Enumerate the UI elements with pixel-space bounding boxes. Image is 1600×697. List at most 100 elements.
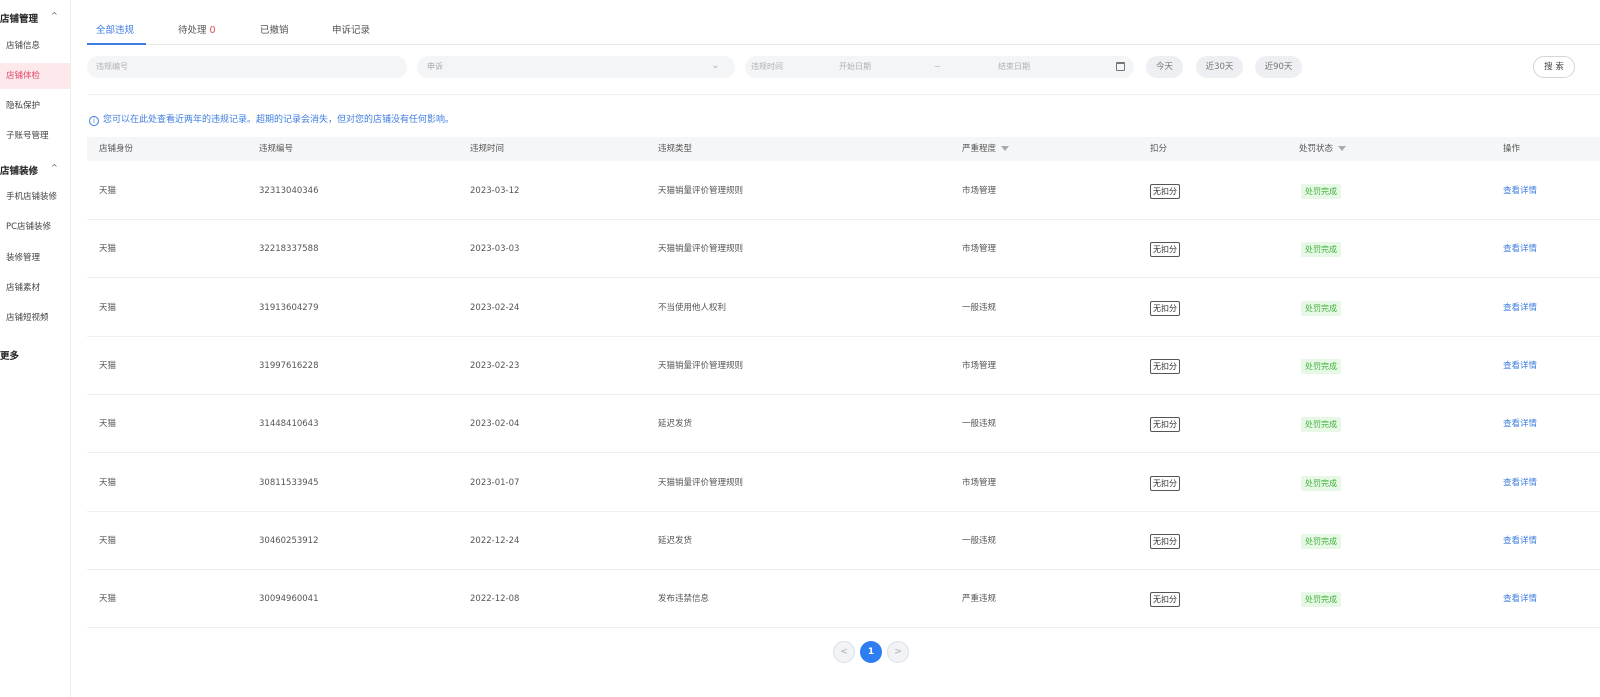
cell-violation-time: 2023-02-23 <box>470 361 520 371</box>
chevron-up-icon: ^ <box>51 163 58 172</box>
cell-violation-time: 2023-03-12 <box>470 186 520 196</box>
view-details-link[interactable]: 查看详情 <box>1503 395 1537 453</box>
status-badge: 处罚完成 <box>1301 476 1341 491</box>
date-range-picker[interactable]: 违规时间 开始日期 ~ 结束日期 <box>745 56 1134 78</box>
table-row: 天猫 31448410643 2023-02-04 延迟发货 一般违规 无扣分 处罚完成 查看… <box>87 395 1600 453</box>
sidebar-item-short-video[interactable]: 店铺短视频 <box>0 305 70 331</box>
divider <box>87 94 1600 95</box>
sidebar-item-pc-decoration[interactable]: PC店铺装修 <box>0 214 70 240</box>
pagination-page-1[interactable]: 1 <box>860 641 882 663</box>
sidebar-item-decoration-management[interactable]: 装修管理 <box>0 245 70 271</box>
view-details-link[interactable]: 查看详情 <box>1503 454 1537 512</box>
tab-label: 待处理 <box>178 25 207 36</box>
cell-severity: 市场管理 <box>962 478 997 488</box>
column-header-severity[interactable]: 严重程度 <box>962 137 1010 161</box>
end-date-input[interactable]: 结束日期 <box>998 56 1030 78</box>
view-details-link[interactable]: 查看详情 <box>1503 570 1537 628</box>
cell-severity: 市场管理 <box>962 244 997 254</box>
sidebar-item-sub-accounts[interactable]: 子账号管理 <box>0 123 70 149</box>
cell-identity: 天猫 <box>99 594 117 604</box>
table-row: 天猫 32218337588 2023-03-03 天猫销量评价管理规则 市场管理 无扣分… <box>87 220 1600 278</box>
column-header-label: 处罚状态 <box>1299 144 1334 154</box>
cell-identity: 天猫 <box>99 244 117 254</box>
quick-range-90-days[interactable]: 近90天 <box>1255 56 1302 78</box>
sidebar-group-more[interactable]: 更多 <box>0 348 70 362</box>
cell-severity: 市场管理 <box>962 186 997 196</box>
sidebar-group-shop-management[interactable]: 店铺管理 ^ <box>0 11 70 25</box>
cell-violation-number: 32313040346 <box>259 186 319 196</box>
cell-identity: 天猫 <box>99 303 117 313</box>
cell-violation-time: 2023-01-07 <box>470 478 520 488</box>
column-header-label: 严重程度 <box>962 144 997 154</box>
status-badge: 处罚完成 <box>1301 417 1341 432</box>
sidebar-item-privacy[interactable]: 隐私保护 <box>0 93 70 119</box>
column-header-deduction: 扣分 <box>1150 144 1168 154</box>
pagination-prev-button[interactable]: < <box>833 641 855 663</box>
sidebar-item-shop-assets[interactable]: 店铺素材 <box>0 275 70 301</box>
pagination-next-button[interactable]: > <box>887 641 909 663</box>
sidebar-group-label: 更多 <box>0 351 20 362</box>
sidebar-item-mobile-decoration[interactable]: 手机店铺装修 <box>0 184 70 210</box>
deduction-badge: 无扣分 <box>1150 417 1180 432</box>
tab-revoked[interactable]: 已撤销 <box>260 22 289 36</box>
violation-number-input[interactable]: 违规编号 <box>87 56 407 78</box>
view-details-link[interactable]: 查看详情 <box>1503 220 1537 278</box>
status-badge: 处罚完成 <box>1301 592 1341 607</box>
cell-identity: 天猫 <box>99 361 117 371</box>
sidebar-item-shop-info[interactable]: 店铺信息 <box>0 33 70 59</box>
view-details-link[interactable]: 查看详情 <box>1503 337 1537 395</box>
cell-violation-number: 31997616228 <box>259 361 319 371</box>
cell-violation-type: 天猫销量评价管理规则 <box>658 478 744 488</box>
sidebar-group-shop-decoration[interactable]: 店铺装修 ^ <box>0 163 70 177</box>
violation-time-label: 违规时间 <box>751 62 783 71</box>
deduction-badge: 无扣分 <box>1150 242 1180 257</box>
table-row: 天猫 31913604279 2023-02-24 不当使用他人权利 一般违规 无扣分 处罚… <box>87 279 1600 337</box>
search-button[interactable]: 搜 索 <box>1533 56 1575 78</box>
deduction-badge: 无扣分 <box>1150 534 1180 549</box>
table-header: 店铺身份 违规编号 违规时间 违规类型 严重程度 扣分 处罚状态 操作 <box>87 137 1600 161</box>
deduction-badge: 无扣分 <box>1150 301 1180 316</box>
appeal-select-value: 申诉 <box>427 62 443 71</box>
cell-violation-number: 30460253912 <box>259 536 319 546</box>
status-badge: 处罚完成 <box>1301 359 1341 374</box>
date-separator: ~ <box>934 62 941 71</box>
calendar-icon[interactable] <box>1116 62 1125 71</box>
view-details-link[interactable]: 查看详情 <box>1503 162 1537 220</box>
filter-icon[interactable] <box>1001 146 1010 151</box>
cell-violation-time: 2023-03-03 <box>470 244 520 254</box>
column-header-time: 违规时间 <box>470 144 505 154</box>
tab-pending[interactable]: 待处理 0 <box>178 22 216 36</box>
cell-severity: 一般违规 <box>962 419 997 429</box>
deduction-badge: 无扣分 <box>1150 592 1180 607</box>
cell-violation-time: 2022-12-08 <box>470 594 520 604</box>
tab-all-violations[interactable]: 全部违规 <box>96 22 134 36</box>
cell-severity: 市场管理 <box>962 361 997 371</box>
appeal-select[interactable]: 申诉 ⌄ <box>417 56 735 78</box>
cell-violation-type: 天猫销量评价管理规则 <box>658 361 744 371</box>
column-header-status[interactable]: 处罚状态 <box>1299 137 1347 161</box>
deduction-badge: 无扣分 <box>1150 476 1180 491</box>
quick-range-today[interactable]: 今天 <box>1146 56 1183 78</box>
tab-appeal-records[interactable]: 申诉记录 <box>332 22 370 36</box>
deduction-badge: 无扣分 <box>1150 184 1180 199</box>
column-header-identity: 店铺身份 <box>99 144 134 154</box>
quick-range-30-days[interactable]: 近30天 <box>1196 56 1243 78</box>
info-notice: i 您可以在此处查看近两年的违规记录。超期的记录会消失，但对您的店铺没有任何影响。 <box>89 112 454 126</box>
sidebar-item-shop-checkup[interactable]: 店铺体检 <box>0 63 70 89</box>
cell-violation-type: 延迟发货 <box>658 419 693 429</box>
cell-severity: 一般违规 <box>962 536 997 546</box>
view-details-link[interactable]: 查看详情 <box>1503 279 1537 337</box>
deduction-badge: 无扣分 <box>1150 359 1180 374</box>
status-badge: 处罚完成 <box>1301 534 1341 549</box>
cell-violation-type: 天猫销量评价管理规则 <box>658 186 744 196</box>
view-details-link[interactable]: 查看详情 <box>1503 512 1537 570</box>
cell-severity: 严重违规 <box>962 594 997 604</box>
cell-violation-type: 不当使用他人权利 <box>658 303 727 313</box>
sidebar-group-label: 店铺管理 <box>0 14 39 25</box>
cell-violation-number: 31913604279 <box>259 303 319 313</box>
filter-icon[interactable] <box>1338 146 1347 151</box>
column-header-action: 操作 <box>1503 144 1521 154</box>
cell-violation-number: 30094960041 <box>259 594 319 604</box>
start-date-input[interactable]: 开始日期 <box>839 56 871 78</box>
cell-identity: 天猫 <box>99 419 117 429</box>
